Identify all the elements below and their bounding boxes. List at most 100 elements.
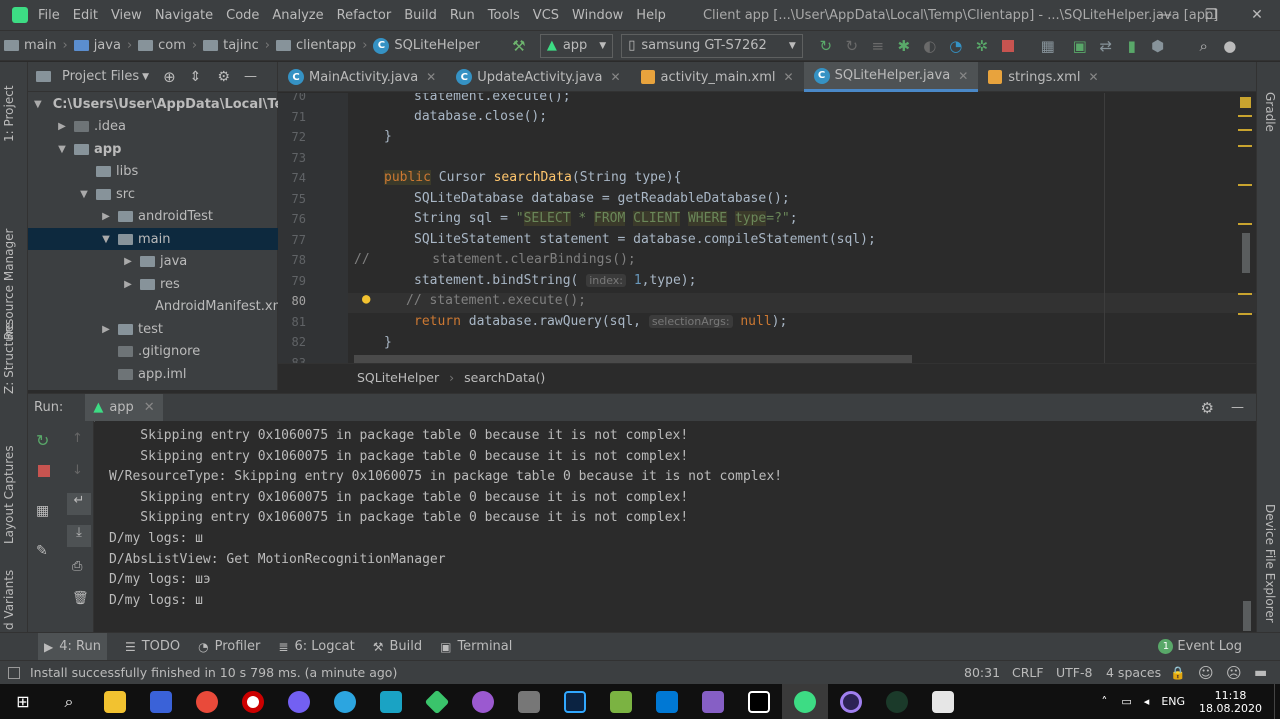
3d-app-icon[interactable] <box>506 684 552 719</box>
tree-item[interactable]: ▶ .idea <box>28 116 278 138</box>
clock[interactable]: 11:18 18.08.2020 <box>1199 689 1262 715</box>
error-stripe[interactable] <box>1234 93 1256 363</box>
project-tool-tab[interactable]: 1: Project <box>2 85 16 142</box>
menu-vcs[interactable]: VCS <box>533 8 559 23</box>
caret-position[interactable]: 80:31 <box>964 665 1000 680</box>
apply-code-changes-icon[interactable]: ↻ <box>839 34 865 58</box>
chevron-down-icon[interactable]: ▼ <box>78 189 90 200</box>
notifications-icon[interactable]: ▬ <box>1254 665 1267 681</box>
chevron-right-icon[interactable]: ▶ <box>100 324 112 335</box>
chevron-down-icon[interactable]: ▼ <box>100 234 112 245</box>
print-icon[interactable]: ⎙ <box>72 559 82 574</box>
editor-tab[interactable]: strings.xml ✕ <box>978 62 1108 92</box>
tree-item[interactable]: AndroidManifest.xml <box>28 296 289 318</box>
avd-manager-icon[interactable]: ▮ <box>1119 34 1145 58</box>
crumb-main[interactable]: main <box>4 38 56 53</box>
tree-item[interactable]: ▼ C:\Users\User\AppData\Local\Te <box>28 93 283 115</box>
run-config-select[interactable]: ▲ app ▼ <box>539 33 614 58</box>
tree-item[interactable]: ▶ res <box>28 273 278 295</box>
crumb-tajinc[interactable]: tajinc <box>203 38 259 53</box>
gradle-sync-icon[interactable]: ⇄ <box>1093 34 1119 58</box>
intellij-icon[interactable] <box>736 684 782 719</box>
git-icon[interactable] <box>414 684 460 719</box>
restore-icon[interactable]: ❐ <box>1188 0 1234 30</box>
chevron-down-icon[interactable]: ▼ <box>56 144 68 155</box>
keyboard-language[interactable]: ENG <box>1161 695 1185 708</box>
profiler-tool-button[interactable]: ◔ Profiler <box>198 639 260 654</box>
run-tool-button[interactable]: ▶ 4: Run <box>38 632 107 661</box>
smiley-icon[interactable]: ☺ <box>1198 664 1214 682</box>
search-icon[interactable]: ⌕ <box>46 684 92 719</box>
profile-icon[interactable]: ◔ <box>943 34 969 58</box>
device-select[interactable]: ▯ samsung GT-S7262 ▼ <box>621 33 803 58</box>
close-icon[interactable]: ✕ <box>1088 70 1098 84</box>
run-tab-app[interactable]: ▲ app ✕ <box>85 393 163 422</box>
editor-tab[interactable]: C UpdateActivity.java ✕ <box>446 62 630 92</box>
logcat-tool-button[interactable]: ≣ 6: Logcat <box>278 639 354 654</box>
up-arrow-icon[interactable]: ↑ <box>72 431 83 446</box>
volume-icon[interactable]: ◂ <box>1144 695 1150 708</box>
menu-run[interactable]: Run <box>450 8 475 23</box>
visual-studio-icon[interactable] <box>690 684 736 719</box>
telegram-icon[interactable] <box>322 684 368 719</box>
windows-start-icon[interactable]: ⊞ <box>0 684 46 719</box>
crumb-clientapp[interactable]: clientapp <box>276 38 356 53</box>
gradle-tool-tab[interactable]: Gradle <box>1263 92 1277 132</box>
chrome-icon[interactable] <box>184 684 230 719</box>
save-app-icon[interactable] <box>138 684 184 719</box>
tree-item[interactable]: libs <box>28 161 278 183</box>
viber-icon[interactable] <box>276 684 322 719</box>
crumb-sqlitehelper[interactable]: C SQLiteHelper <box>373 37 480 54</box>
eclipse-icon[interactable] <box>828 684 874 719</box>
close-icon[interactable]: ✕ <box>144 400 155 415</box>
line-separator[interactable]: CRLF <box>1012 665 1044 680</box>
close-icon[interactable]: ✕ <box>610 70 620 84</box>
stop-icon[interactable] <box>38 465 50 477</box>
menu-navigate[interactable]: Navigate <box>155 8 213 23</box>
editor-tab[interactable]: C SQLiteHelper.java ✕ <box>803 62 979 92</box>
target-icon[interactable]: ⊕ <box>163 68 176 86</box>
tree-item[interactable]: ▼ app <box>28 138 278 160</box>
breadcrumb-method[interactable]: searchData() <box>464 370 545 385</box>
scroll-to-end-icon[interactable]: ⤓ <box>67 525 91 547</box>
crumb-com[interactable]: com <box>138 38 186 53</box>
build-variants-tool-tab[interactable]: d Variants <box>2 570 16 630</box>
vertical-scrollbar[interactable] <box>1242 233 1250 273</box>
sdk-manager-icon[interactable]: ⬢ <box>1145 34 1171 58</box>
pdf-app-icon[interactable] <box>920 684 966 719</box>
chevron-right-icon[interactable]: ▶ <box>122 279 134 290</box>
editor-tab[interactable]: C MainActivity.java ✕ <box>278 62 446 92</box>
todo-tool-button[interactable]: ☰ TODO <box>125 639 180 654</box>
gear-icon[interactable]: ⚙ <box>1201 399 1214 417</box>
app-icon[interactable] <box>368 684 414 719</box>
chevron-right-icon[interactable]: ▶ <box>122 256 134 267</box>
warning-icon[interactable] <box>1240 97 1251 108</box>
layout-icon[interactable]: ▦ <box>36 503 49 519</box>
hide-icon[interactable]: — <box>1231 400 1244 415</box>
trash-icon[interactable]: 🗑 <box>72 591 89 606</box>
list-icon[interactable]: ≡ <box>865 34 891 58</box>
down-arrow-icon[interactable]: ↓ <box>72 463 83 478</box>
lightbulb-icon[interactable]: ● <box>362 291 370 307</box>
android-studio-taskbar-icon[interactable] <box>782 684 828 719</box>
nox-icon[interactable] <box>874 684 920 719</box>
search-icon[interactable]: ⌕ <box>1191 34 1217 58</box>
collapse-icon[interactable]: ⇕ <box>190 69 202 85</box>
pin-icon[interactable]: ✎ <box>36 543 48 559</box>
project-view-select[interactable]: Project Files <box>62 69 139 84</box>
stop-icon[interactable] <box>995 34 1021 58</box>
close-icon[interactable]: ✕ <box>1234 0 1280 30</box>
lock-icon[interactable]: 🔒 <box>1170 665 1186 681</box>
network-icon[interactable]: ▭ <box>1121 695 1131 708</box>
minimize-icon[interactable]: — <box>1142 0 1188 30</box>
file-encoding[interactable]: UTF-8 <box>1056 665 1092 680</box>
tree-item[interactable]: ▶ androidTest <box>28 206 278 228</box>
tree-item[interactable]: ▼ main <box>28 228 278 250</box>
menu-code[interactable]: Code <box>226 8 259 23</box>
gear-icon[interactable]: ⚙ <box>217 69 230 85</box>
structure-tool-tab[interactable]: Z: Structure <box>2 322 16 394</box>
menu-view[interactable]: View <box>111 8 142 23</box>
event-log-button[interactable]: 1 Event Log <box>1158 639 1242 654</box>
menu-analyze[interactable]: Analyze <box>272 8 323 23</box>
terminal-tool-button[interactable]: ▣ Terminal <box>440 639 512 654</box>
